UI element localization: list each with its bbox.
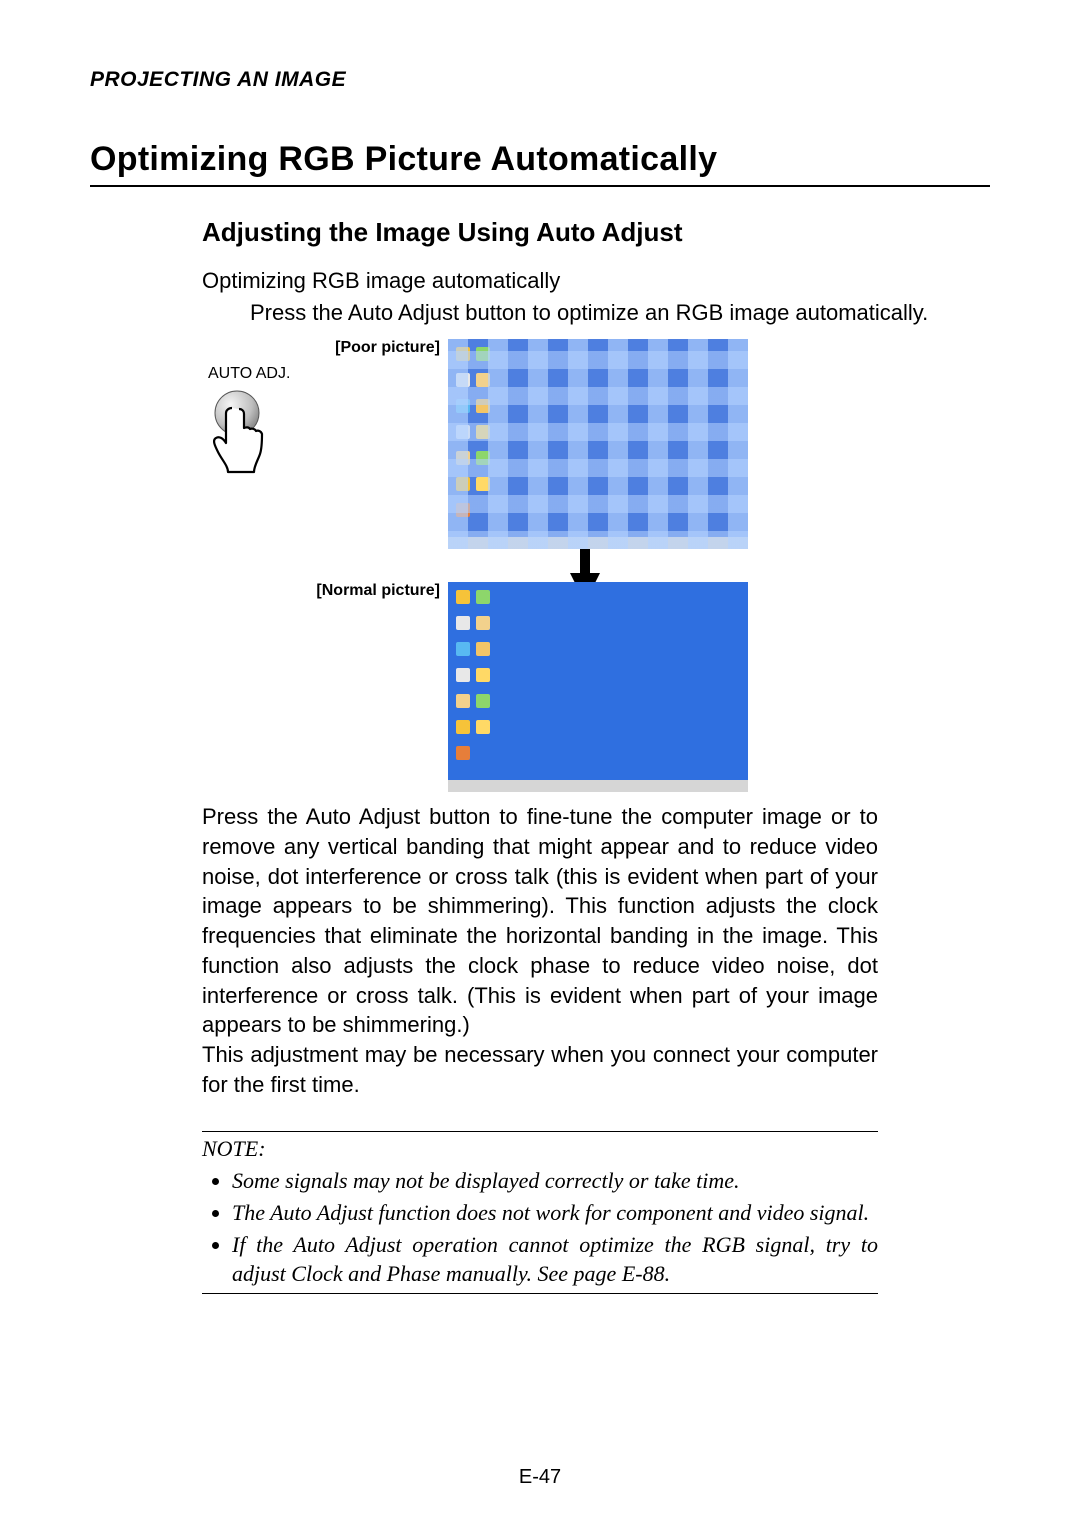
normal-picture-label: [Normal picture] [270, 582, 448, 600]
note-list: Some signals may not be displayed correc… [202, 1166, 878, 1289]
title-rule [90, 185, 990, 187]
subtitle: Adjusting the Image Using Auto Adjust [202, 217, 990, 248]
normal-picture-screen [448, 582, 748, 792]
note-block: NOTE: Some signals may not be displayed … [202, 1131, 878, 1294]
intro-subline: Press the Auto Adjust button to optimize… [250, 298, 990, 328]
note-item: If the Auto Adjust operation cannot opti… [232, 1230, 878, 1289]
poor-picture-screen [448, 339, 748, 549]
poor-picture-label: [Poor picture] [270, 339, 448, 357]
note-item: The Auto Adjust function does not work f… [232, 1198, 878, 1228]
page-number: E-47 [0, 1466, 1080, 1489]
figure-normal-row: [Normal picture] [270, 582, 990, 792]
figure-poor-row: [Poor picture] [270, 339, 990, 549]
hand-pressing-button-icon [209, 389, 289, 479]
note-rule-bottom [202, 1293, 878, 1294]
body-paragraph-2: This adjustment may be necessary when yo… [202, 1040, 878, 1099]
body-paragraph-1: Press the Auto Adjust button to fine-tun… [202, 802, 878, 1040]
note-rule-top [202, 1131, 878, 1132]
auto-adj-button-illustration: AUTO ADJ. [208, 365, 290, 484]
auto-adj-button-label: AUTO ADJ. [208, 365, 290, 383]
note-label: NOTE: [202, 1136, 878, 1162]
page-title: Optimizing RGB Picture Automatically [90, 140, 990, 185]
section-header: PROJECTING AN IMAGE [90, 68, 990, 92]
intro-line: Optimizing RGB image automatically [202, 266, 990, 296]
note-item: Some signals may not be displayed correc… [232, 1166, 878, 1196]
